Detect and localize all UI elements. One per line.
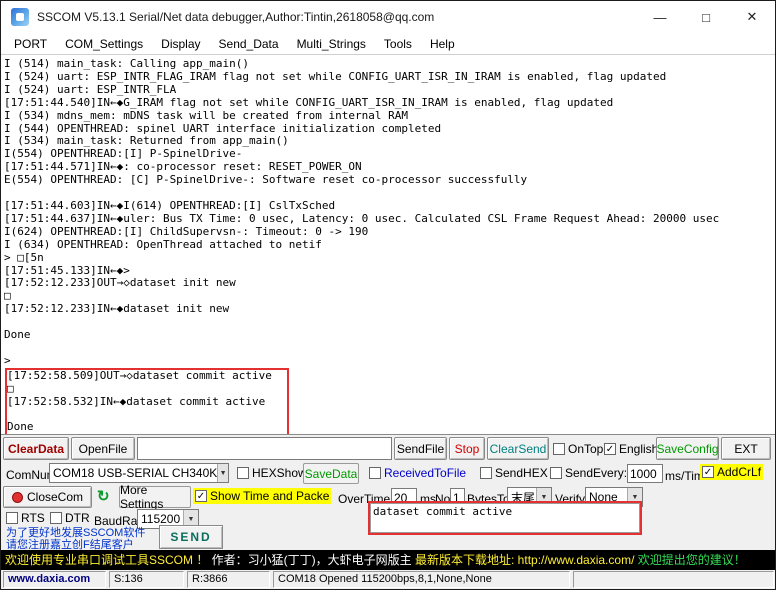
- promo-line2[interactable]: 请您注册嘉立创F结尾客户: [6, 539, 145, 551]
- received-to-file-label: ReceivedToFile: [384, 466, 466, 480]
- menu-item-display[interactable]: Display: [152, 37, 209, 51]
- minimize-button[interactable]: —: [637, 1, 683, 33]
- on-top-checkbox[interactable]: OnTop: [553, 442, 603, 456]
- close-button[interactable]: ✕: [729, 1, 775, 33]
- title-bar: SSCOM V5.13.1 Serial/Net data debugger,A…: [1, 1, 775, 33]
- banner-author-text: 作者：习小猛(丁丁)，大虾电子网版主: [208, 553, 415, 567]
- caption-buttons: — □ ✕: [637, 1, 775, 33]
- send-hex-checkbox[interactable]: SendHEX: [480, 466, 548, 480]
- baud-rate-value: 115200: [141, 512, 180, 526]
- received-to-file-checkbox-box[interactable]: [369, 467, 381, 479]
- status-bar: www.daxia.com S:136 R:3866 COM18 Opened …: [1, 570, 775, 589]
- send-every-label: SendEvery:: [565, 466, 627, 480]
- english-checkbox[interactable]: ✓ English: [604, 442, 658, 456]
- banner-suggest-text: 欢迎提出您的建议！: [638, 553, 746, 567]
- close-com-label: CloseCom: [27, 490, 83, 504]
- banner-download-text: 最新版本下载地址: http://www.daxia.com/: [415, 553, 638, 567]
- send-button[interactable]: SEND: [159, 525, 223, 549]
- on-top-checkbox-box[interactable]: [553, 443, 565, 455]
- english-checkbox-box[interactable]: ✓: [604, 443, 616, 455]
- stop-button[interactable]: Stop: [449, 437, 485, 460]
- refresh-ports-icon[interactable]: ↻: [97, 486, 110, 508]
- send-every-checkbox[interactable]: SendEvery:: [550, 466, 627, 480]
- more-settings-button[interactable]: More Settings: [119, 486, 191, 508]
- rts-checkbox-box[interactable]: [6, 512, 18, 524]
- send-text-annotation-box: dataset commit active: [368, 501, 642, 535]
- app-icon: [11, 8, 29, 26]
- menu-bar: PORT COM_Settings Display Send_Data Mult…: [1, 33, 775, 55]
- rts-label: RTS: [21, 511, 45, 525]
- close-com-button[interactable]: CloseCom: [3, 486, 92, 508]
- status-extra: [573, 571, 774, 588]
- menu-item-com-settings[interactable]: COM_Settings: [56, 37, 152, 51]
- status-received-count: R:3866: [187, 571, 270, 588]
- add-crlf-checkbox-box[interactable]: ✓: [702, 466, 714, 478]
- rts-checkbox[interactable]: RTS: [6, 511, 45, 525]
- show-time-checkbox-box[interactable]: ✓: [195, 490, 207, 502]
- terminal-output[interactable]: I (514) main_task: Calling app_main() I …: [4, 58, 775, 368]
- save-config-button[interactable]: SaveConfig: [656, 437, 719, 460]
- app-window: SSCOM V5.13.1 Serial/Net data debugger,A…: [0, 0, 776, 590]
- promo-line1[interactable]: 为了更好地发展SSCOM软件: [6, 527, 145, 539]
- menu-item-multi-strings[interactable]: Multi_Strings: [288, 37, 375, 51]
- banner-welcome-text: 欢迎使用专业串口调试工具SSCOM ！: [5, 553, 208, 567]
- status-sent-count: S:136: [109, 571, 184, 588]
- info-banner: 欢迎使用专业串口调试工具SSCOM ！ 作者：习小猛(丁丁)，大虾电子网版主 最…: [1, 550, 775, 570]
- menu-item-help[interactable]: Help: [421, 37, 464, 51]
- send-hex-label: SendHEX: [495, 466, 548, 480]
- dtr-label: DTR: [65, 511, 90, 525]
- send-interval-input[interactable]: [627, 464, 663, 483]
- send-hex-checkbox-box[interactable]: [480, 467, 492, 479]
- menu-item-tools[interactable]: Tools: [375, 37, 421, 51]
- terminal-area[interactable]: I (514) main_task: Calling app_main() I …: [1, 55, 775, 435]
- dtr-checkbox-box[interactable]: [50, 512, 62, 524]
- menu-item-send-data[interactable]: Send_Data: [210, 37, 288, 51]
- on-top-label: OnTop: [568, 442, 603, 456]
- file-path-input[interactable]: [137, 437, 392, 460]
- status-website: www.daxia.com: [3, 571, 106, 588]
- english-label: English: [619, 442, 658, 456]
- control-panel: ClearData OpenFile SendFile Stop ClearSe…: [1, 435, 775, 550]
- interval-unit-label: ms/Tim: [665, 466, 704, 486]
- com-open-status-icon: [12, 492, 23, 503]
- status-com-state: COM18 Opened 115200bps,8,1,None,None: [273, 571, 570, 588]
- save-data-button[interactable]: SaveData: [303, 463, 359, 484]
- menu-item-port[interactable]: PORT: [5, 37, 56, 51]
- send-file-button[interactable]: SendFile: [394, 437, 447, 460]
- com-port-select[interactable]: COM18 USB-SERIAL CH340K ▼: [49, 463, 229, 483]
- chevron-down-icon[interactable]: ▼: [217, 464, 228, 482]
- hex-show-label: HEXShow: [252, 466, 307, 480]
- com-port-value: COM18 USB-SERIAL CH340K: [53, 466, 217, 480]
- show-time-label: Show Time and Packe: [210, 489, 329, 503]
- show-time-checkbox[interactable]: ✓ Show Time and Packe: [193, 488, 331, 504]
- received-to-file-checkbox[interactable]: ReceivedToFile: [369, 466, 466, 480]
- promo-link[interactable]: 为了更好地发展SSCOM软件 请您注册嘉立创F结尾客户: [6, 527, 145, 551]
- ext-button[interactable]: EXT: [721, 437, 771, 460]
- window-title: SSCOM V5.13.1 Serial/Net data debugger,A…: [37, 10, 434, 24]
- open-file-button[interactable]: OpenFile: [71, 437, 135, 460]
- dtr-checkbox[interactable]: DTR: [50, 511, 90, 525]
- annotation-box: [17:52:58.509]OUT→◇dataset commit active…: [5, 368, 289, 435]
- add-crlf-checkbox[interactable]: ✓ AddCrLf: [700, 464, 763, 480]
- send-text-input[interactable]: dataset commit active: [370, 503, 640, 533]
- maximize-button[interactable]: □: [683, 1, 729, 33]
- clear-send-button[interactable]: ClearSend: [487, 437, 549, 460]
- add-crlf-label: AddCrLf: [717, 465, 761, 479]
- hex-show-checkbox-box[interactable]: [237, 467, 249, 479]
- hex-show-checkbox[interactable]: HEXShow: [237, 466, 307, 480]
- clear-data-button[interactable]: ClearData: [3, 437, 69, 460]
- terminal-output-highlighted[interactable]: [17:52:58.509]OUT→◇dataset commit active…: [7, 370, 287, 435]
- send-every-checkbox-box[interactable]: [550, 467, 562, 479]
